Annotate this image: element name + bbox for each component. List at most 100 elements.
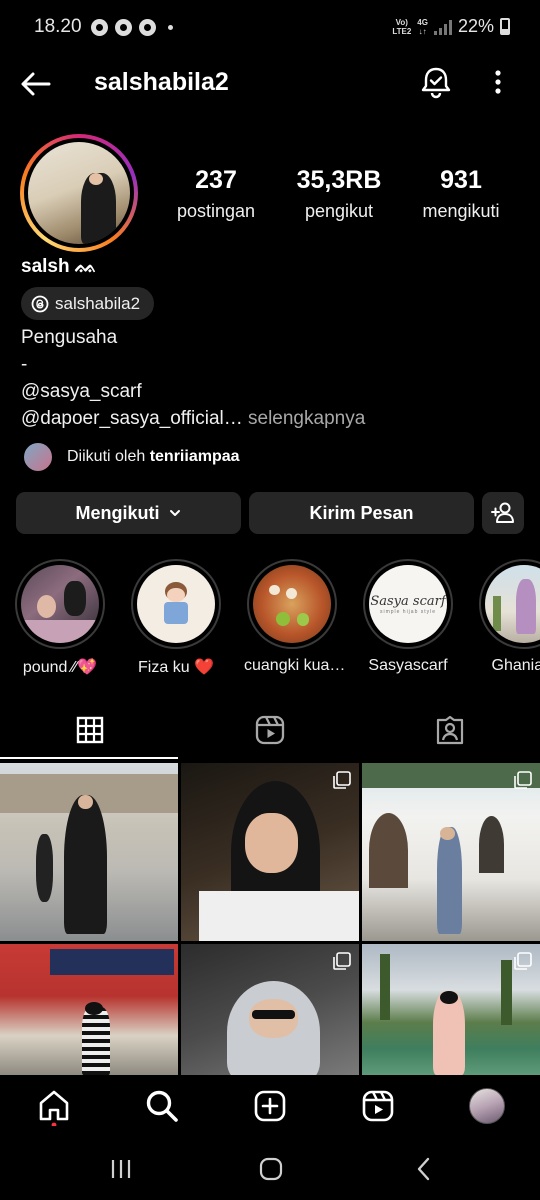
posts-stat[interactable]: 237 postingan [170, 166, 262, 222]
highlight-item[interactable]: pound ⁄⁄💖 [12, 559, 108, 677]
bio-mention-link[interactable]: @dapoer_sasya_official… [21, 408, 243, 429]
highlight-cover [137, 565, 215, 643]
profile-tabs [0, 700, 540, 760]
reels-icon [255, 715, 285, 745]
home-button[interactable] [258, 1156, 284, 1182]
post-thumbnail[interactable] [181, 763, 359, 941]
profile-header: salshabila2 [0, 56, 540, 112]
bio: Pengusaha - @sasya_scarf @dapoer_sasya_o… [21, 324, 365, 432]
battery-percent: 22% [457, 16, 494, 36]
lte-label: LTE2 [392, 26, 412, 36]
grid-icon [76, 716, 104, 744]
message-button[interactable]: Kirim Pesan [249, 492, 474, 534]
more-notifications-icon [168, 25, 173, 30]
system-navigation-bar [0, 1138, 540, 1200]
highlight-label: cuangki kua… [244, 657, 346, 674]
back-nav-button[interactable] [411, 1156, 437, 1182]
message-button-label: Kirim Pesan [309, 502, 414, 523]
tagged-icon [436, 715, 464, 745]
posts-count: 237 [195, 166, 237, 194]
multiple-posts-icon [514, 952, 532, 970]
chrome-icon [139, 19, 156, 36]
nav-profile[interactable] [467, 1086, 507, 1126]
highlight-cover: Sasya scarf simple hijab style [369, 565, 447, 643]
post-thumbnail[interactable] [362, 944, 540, 1075]
profile-avatar [469, 1088, 505, 1124]
display-name: salsh ᨐ [21, 256, 98, 277]
status-right: Vo) LTE2 4G ↓↑ 22% [392, 16, 510, 37]
tab-tagged[interactable] [360, 700, 540, 760]
nav-search[interactable] [142, 1086, 182, 1126]
following-stat[interactable]: 931 mengikuti [414, 166, 508, 222]
plus-square-icon [254, 1090, 286, 1122]
post-thumbnail[interactable] [0, 944, 178, 1075]
posts-label: postingan [176, 201, 256, 221]
mutual-follower-avatar [22, 441, 54, 473]
signal-icon [433, 19, 452, 35]
chevron-down-icon [169, 510, 180, 516]
following-button-label: Mengikuti [75, 502, 160, 523]
nav-home[interactable] [34, 1086, 74, 1128]
active-tab-indicator [0, 757, 178, 759]
threads-handle: salshabila2 [55, 293, 141, 313]
profile-avatar [28, 142, 130, 244]
highlight-cover [21, 565, 99, 643]
mutual-follower-name: tenriiampaa [149, 448, 240, 465]
bio-line: - [21, 354, 28, 375]
highlight-label: Ghania o [491, 657, 540, 674]
notification-icons [91, 19, 173, 36]
bio-line: Pengusaha [21, 327, 118, 348]
followers-stat[interactable]: 35,3RB pengikut [293, 166, 385, 222]
bio-last-line: @dapoer_sasya_official… selengkapnya [21, 405, 365, 432]
highlight-item[interactable]: Sasya scarf simple hijab style Sasyascar… [360, 559, 456, 675]
recent-apps-button[interactable] [108, 1156, 134, 1182]
add-person-icon [491, 502, 514, 523]
followed-by[interactable]: Diikuti oleh tenriiampaa [22, 441, 240, 473]
4g-label: 4G [417, 17, 428, 27]
chrome-icon [115, 19, 132, 36]
bio-mention-link[interactable]: @sasya_scarf [21, 378, 365, 405]
multiple-posts-icon [333, 771, 351, 789]
back-button[interactable] [18, 66, 54, 102]
suggested-people-button[interactable] [482, 492, 524, 534]
bottom-navigation [0, 1076, 540, 1138]
more-vertical-icon [495, 70, 501, 94]
following-button[interactable]: Mengikuti [16, 492, 241, 534]
brand-logo-text: Sasya scarf [370, 593, 446, 609]
more-options-button[interactable] [486, 64, 510, 100]
battery-icon [500, 18, 510, 35]
nav-create[interactable] [250, 1086, 290, 1126]
data-arrows-icon: ↓↑ [418, 26, 427, 36]
highlight-item[interactable]: cuangki kua… [244, 559, 346, 675]
status-bar: 18.20 Vo) LTE2 4G ↓↑ 22% [0, 0, 540, 56]
volte-label: Vo) [395, 17, 408, 27]
highlight-item[interactable]: Fiza ku ❤️ [128, 559, 224, 677]
search-icon [146, 1090, 178, 1122]
post-thumbnail[interactable] [362, 763, 540, 941]
bell-check-icon [421, 67, 451, 99]
followers-count: 35,3RB [296, 166, 382, 194]
see-more-link[interactable]: selengkapnya [243, 408, 365, 429]
profile-avatar-story-ring[interactable] [20, 134, 138, 252]
status-time: 18.20 [34, 16, 82, 37]
chrome-icon [91, 19, 108, 36]
multiple-posts-icon [333, 952, 351, 970]
followers-label: pengikut [304, 201, 374, 221]
notifications-button[interactable] [418, 64, 454, 100]
following-label: mengikuti [422, 201, 500, 221]
highlight-item[interactable]: Ghania o [476, 559, 540, 675]
post-thumbnail[interactable] [0, 763, 178, 941]
brand-logo-subtext: simple hijab style [379, 608, 437, 615]
nav-reels[interactable] [358, 1086, 398, 1126]
followed-by-text: Diikuti oleh tenriiampaa [67, 448, 240, 465]
post-thumbnail[interactable] [181, 944, 359, 1075]
multiple-posts-icon [514, 771, 532, 789]
network-type: 4G ↓↑ [417, 18, 428, 36]
threads-badge[interactable]: salshabila2 [21, 287, 155, 320]
highlight-label: pound ⁄⁄💖 [22, 659, 98, 676]
threads-icon [31, 295, 49, 312]
reels-icon [362, 1090, 394, 1122]
highlight-label: Fiza ku ❤️ [138, 659, 214, 676]
tab-posts-grid[interactable] [0, 700, 180, 760]
tab-reels[interactable] [180, 700, 360, 760]
